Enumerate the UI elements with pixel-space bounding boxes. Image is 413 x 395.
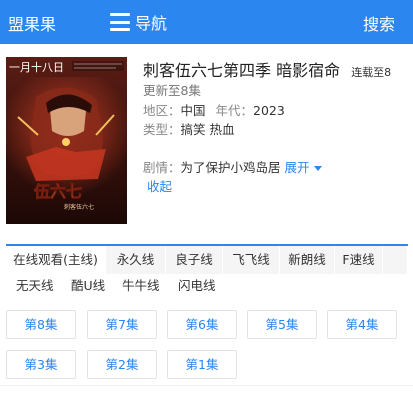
hamburger-menu-icon bbox=[110, 13, 130, 31]
region-year-line: 地区：中国 年代：2023 bbox=[143, 100, 285, 119]
collapse-button[interactable]: 收起 bbox=[147, 176, 172, 195]
nav-menu-button[interactable]: 导航 bbox=[110, 11, 167, 33]
type-value: 搞笑 热血 bbox=[180, 122, 235, 137]
region-label: 地区： bbox=[143, 103, 181, 118]
brand-logo[interactable]: 盟果果 bbox=[8, 11, 56, 35]
source-tab[interactable]: 永久线 bbox=[106, 246, 166, 274]
poster-date-text: 一月十八日 bbox=[9, 60, 64, 74]
bottom-divider bbox=[0, 385, 413, 386]
episode-button[interactable]: 第8集 bbox=[6, 310, 76, 339]
year-label: 年代： bbox=[215, 103, 254, 118]
movie-title: 刺客伍六七第四季 暗影宿命 bbox=[143, 61, 341, 80]
top-bar: 盟果果 导航 搜索 bbox=[0, 0, 413, 44]
episode-button[interactable]: 第5集 bbox=[247, 310, 317, 339]
caret-down-icon bbox=[313, 166, 322, 171]
episode-button[interactable]: 第3集 bbox=[6, 350, 76, 379]
status-badge: 连载至8 bbox=[351, 66, 392, 79]
nav-label: 导航 bbox=[135, 14, 168, 33]
source-tab-filler bbox=[383, 246, 408, 274]
source-tab[interactable]: 新朗线 bbox=[280, 246, 335, 274]
movie-info: 刺客伍六七第四季 暗影宿命 连载至8 更新至8集 地区：中国 年代：2023 类… bbox=[143, 57, 408, 194]
update-status: 更新至8集 bbox=[143, 83, 201, 98]
source-tab[interactable]: 在线观看(主线) bbox=[6, 246, 106, 274]
region-value: 中国 bbox=[180, 103, 206, 118]
episode-button[interactable]: 第6集 bbox=[167, 310, 237, 339]
plot-label: 剧情： bbox=[143, 160, 181, 175]
title-row: 刺客伍六七第四季 暗影宿命 连载至8 bbox=[143, 57, 408, 81]
plot-line: 剧情：为了保护小鸡岛居 展开 bbox=[143, 157, 322, 176]
type-label: 类型： bbox=[143, 122, 181, 137]
search-button[interactable]: 搜索 bbox=[363, 11, 395, 35]
year-value: 2023 bbox=[253, 103, 285, 118]
source-tab[interactable]: 闪电线 bbox=[178, 276, 228, 296]
expand-label: 展开 bbox=[284, 160, 310, 175]
episode-button[interactable]: 第2集 bbox=[87, 350, 157, 379]
episode-button[interactable]: 第1集 bbox=[167, 350, 237, 379]
poster-image[interactable]: 伍六七 刺客伍六七 一月十八日 bbox=[6, 57, 127, 224]
expand-button[interactable]: 展开 bbox=[285, 160, 322, 175]
source-tab[interactable]: F速线 bbox=[335, 246, 383, 274]
type-line: 类型：搞笑 热血 bbox=[143, 119, 235, 138]
poster-logo-subtext: 刺客伍六七 bbox=[64, 203, 94, 211]
episode-button[interactable]: 第7集 bbox=[87, 310, 157, 339]
plot-text: 为了保护小鸡岛居 bbox=[180, 160, 281, 175]
source-tab[interactable]: 飞飞线 bbox=[223, 246, 280, 274]
source-tabs: 在线观看(主线) 永久线 良子线 飞飞线 新朗线 F速线 bbox=[6, 244, 408, 274]
episode-button[interactable]: 第4集 bbox=[327, 310, 397, 339]
source-tab[interactable]: 良子线 bbox=[166, 246, 223, 274]
source-tab[interactable]: 无天线 bbox=[16, 276, 66, 296]
poster-logo-text: 伍六七 bbox=[33, 182, 82, 201]
source-tab[interactable]: 牛牛线 bbox=[122, 276, 172, 296]
source-tab[interactable]: 酷U线 bbox=[71, 276, 121, 296]
